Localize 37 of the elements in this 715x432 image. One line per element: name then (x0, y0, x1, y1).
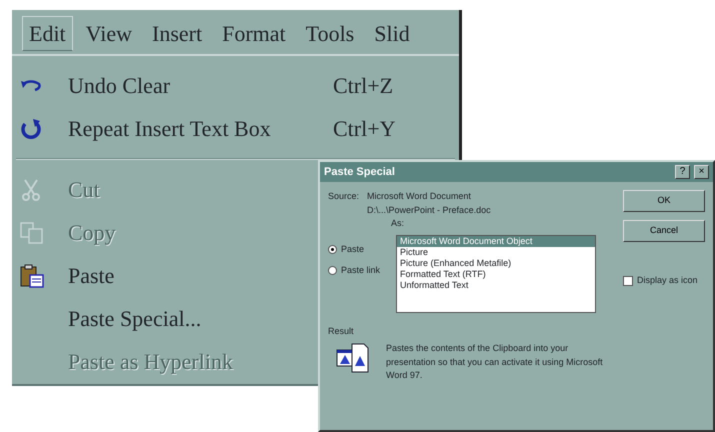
dialog-button[interactable]: OK (623, 190, 705, 212)
checkbox[interactable] (623, 276, 633, 286)
close-button[interactable]: × (694, 165, 709, 179)
document-icon (336, 342, 370, 374)
list-item[interactable]: Microsoft Word Document Object (397, 236, 596, 246)
menu-bar-item[interactable]: Insert (145, 16, 210, 51)
dialog-button[interactable]: Cancel (623, 220, 705, 242)
source-text: Microsoft Word Document (367, 190, 472, 203)
menu-bar-item[interactable]: Slid (367, 16, 417, 51)
result-label: Result (328, 324, 355, 338)
help-button[interactable]: ? (675, 165, 690, 179)
undo-icon (20, 78, 42, 92)
radio-button[interactable] (328, 244, 337, 254)
list-item[interactable]: Unformatted Text (397, 280, 596, 290)
source-label: Source: (328, 190, 360, 203)
source-text: As: (390, 217, 406, 230)
menu-bar-item[interactable]: View (78, 16, 140, 51)
menu-item[interactable]: Undo Clear Ctrl+Z (12, 64, 459, 107)
format-list[interactable]: Microsoft Word Document Object Picture Picture (Enhanced Metafile) Formatted Text (RTF) Unformatted Text (396, 234, 596, 312)
result-text: Pastes the contents of the Clipboard into your presentation so that you can activate it using Microsoft Word 97. (386, 342, 604, 382)
copy-icon (20, 222, 44, 244)
radio-label: Paste (341, 242, 364, 256)
clipboard-icon (20, 264, 44, 288)
menu-item[interactable]: Repeat Insert Text Box Ctrl+Y (12, 107, 459, 150)
radio-button[interactable] (328, 266, 337, 276)
radio-label: Paste link (341, 264, 380, 277)
list-item[interactable]: Picture (Enhanced Metafile) (397, 258, 596, 268)
source-text: D:\...\PowerPoint - Preface.doc (367, 204, 491, 216)
scissors-icon (20, 178, 42, 202)
dialog-title: Paste Special (324, 164, 395, 180)
repeat-icon (20, 118, 42, 140)
list-item[interactable]: Formatted Text (RTF) (397, 268, 596, 280)
menu-bar-item[interactable]: Format (215, 16, 293, 51)
list-item[interactable]: Picture (397, 246, 596, 258)
menu-bar-item[interactable]: Edit (22, 16, 73, 51)
checkbox-label: Display as icon (637, 274, 698, 287)
menu-bar-item[interactable]: Tools (298, 16, 362, 51)
